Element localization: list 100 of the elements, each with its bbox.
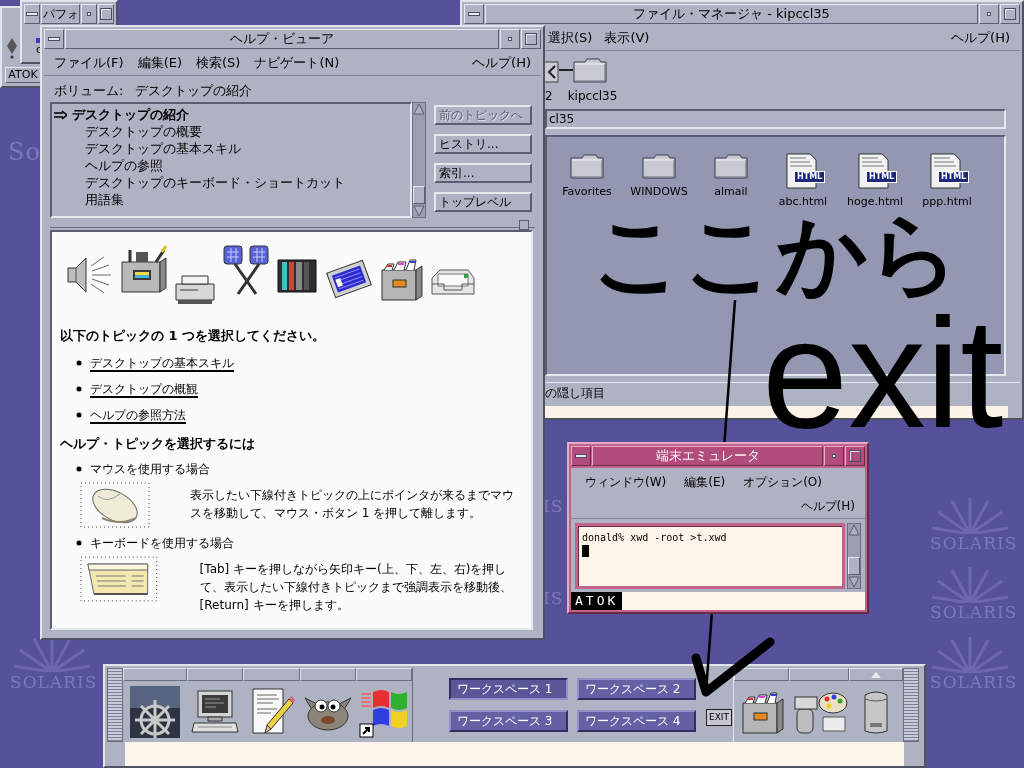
folder-icon[interactable] [714,153,748,179]
terminal-screen[interactable]: donald% xwd -root >t.xwd [575,523,845,589]
file-type-label: HTML [794,171,826,183]
volume-label: ボリューム: [54,83,124,100]
mouse-icon [80,482,150,529]
diamond-icon [7,38,17,59]
dash-icon [48,37,60,41]
menu-item[interactable]: ヘルプ(H) [800,498,855,514]
maximize-button[interactable] [845,446,865,466]
file-name[interactable]: hoge.html [847,195,903,208]
scrollbar[interactable] [847,523,861,589]
handwritten-note: exit [762,312,1004,436]
path-label[interactable]: 2 [545,89,553,103]
maximize-icon [1004,8,1016,20]
minimize-button[interactable] [824,446,844,466]
menu-item[interactable]: 検索(S) [196,55,241,71]
bullet-icon [76,540,82,547]
keys-icon [222,244,272,297]
menu-item[interactable]: ナビゲート(N) [254,55,340,71]
scroll-thumb[interactable] [413,186,425,205]
exit-button[interactable]: EXIT [706,708,732,726]
subpanel-tab[interactable] [734,668,789,681]
volume-name: デスクトップの紹介 [135,83,253,100]
menu-item[interactable]: ウィンドウ(W) [585,474,667,490]
menu-item[interactable]: ヘルプ(H) [951,30,1010,46]
maximize-icon [849,450,861,462]
window-title: ファイル・マネージャ - kipccl35 [485,4,978,24]
terminal-line: donald% xwd -root >t.xwd [582,531,727,544]
bullet-icon [76,412,82,419]
file-name[interactable]: WINDOWS [630,185,688,198]
input-method-status: ATOK [571,592,623,610]
nav-button[interactable]: ヒストリ... [434,134,532,155]
current-topic-arrow-icon [54,109,67,120]
minimize-icon [987,12,991,16]
dash-icon [468,12,480,16]
menu-item[interactable]: 編集(E) [137,55,182,71]
panel-grip[interactable] [903,668,919,742]
workspace-button[interactable]: ワークスペース 4 [577,710,696,732]
trash-icon[interactable] [861,688,891,735]
topic-item[interactable]: デスクトップの紹介 [54,106,408,124]
file-type-label: HTML [866,171,898,183]
topic-item[interactable]: デスクトップの概要 [67,123,408,141]
minimize-icon [87,12,91,16]
file-name[interactable]: Favorites [562,185,612,198]
path-label[interactable]: kipccl35 [567,89,618,103]
sash-handle-icon[interactable] [519,220,529,231]
file-name[interactable]: almail [714,185,748,198]
scrollbar[interactable] [412,102,426,219]
bullet-icon [76,360,82,367]
menu-item[interactable]: 表示(V) [604,30,650,46]
instruction-text: [Tab] キーを押しながら矢印キー(上、下、左、右)を押して、表示したい下線付きトピックまで強調表示を移動後、[Return] キーを押します。 [199,561,513,615]
bullet-icon [76,466,82,473]
topic-link[interactable]: ヘルプの参照方法 [90,407,186,423]
cursor-icon [582,545,589,557]
handwritten-note: ここから [592,209,960,299]
scroll-thumb[interactable] [848,557,860,575]
menu-item[interactable]: オプション(O) [743,474,822,490]
topic-item[interactable]: デスクトップの基本スキル [67,140,408,158]
window-title: ヘルプ・ビューア [65,29,499,49]
workspace-button[interactable]: ワークスペース 2 [577,678,696,700]
topic-link[interactable]: デスクトップの概観 [90,381,198,397]
scroll-up-icon [848,524,860,536]
menu-item[interactable]: ヘルプ(H) [472,55,531,71]
minimize-icon [832,454,836,458]
topic-item[interactable]: ヘルプの参照 [67,157,408,175]
folder-icon[interactable] [642,153,676,179]
dash-icon [26,12,38,16]
window-title: 端末エミュレータ [592,446,823,466]
menu-item[interactable]: 編集(E) [684,474,726,490]
nav-button[interactable]: 索引... [434,163,532,184]
topic-link[interactable]: デスクトップの基本スキル [90,355,234,371]
file-name[interactable]: abc.html [778,195,828,208]
helm-image-icon[interactable] [130,685,180,738]
menu-item[interactable]: 選択(S) [548,30,593,46]
topic-item[interactable]: 用語集 [67,191,408,209]
computer-icon[interactable] [190,688,240,735]
window-menu-button[interactable] [571,446,591,466]
file-name[interactable]: ppp.html [922,195,972,208]
nav-button[interactable]: トップレベル [434,192,532,213]
list-item-text: マウスを使用する場合 [90,461,210,477]
window-title: パフォ [41,4,80,24]
panel-grip[interactable] [107,668,123,742]
heading-text: 以下のトピックの 1 つを選択してください。 [60,328,327,345]
keyboard-icon [80,556,158,603]
workspace-button[interactable]: ワークスペース 1 [449,678,568,700]
bullet-icon [76,386,82,393]
workspace-button[interactable]: ワークスペース 3 [449,710,568,732]
path-connector [559,69,573,71]
topic-item[interactable]: デスクトップのキーボード・ショートカット [67,174,408,192]
folder-icon[interactable] [570,153,604,179]
location-field[interactable]: cl35 [545,109,1006,129]
maximize-icon [100,8,112,20]
folder-icon[interactable] [573,57,607,83]
heading-text: ヘルプ・トピックを選択するには [60,436,256,453]
status-text: の隠し項目 [545,386,605,401]
menu-item[interactable]: ファイル(F) [54,55,124,71]
instruction-text: 表示したい下線付きトピックの上にポインタが来るまでマウスを移動して、マウス・ボタン 1 を押して離します。 [190,487,515,523]
caret-up-icon [871,671,881,678]
maximize-icon [525,33,537,45]
dash-icon [575,454,587,458]
